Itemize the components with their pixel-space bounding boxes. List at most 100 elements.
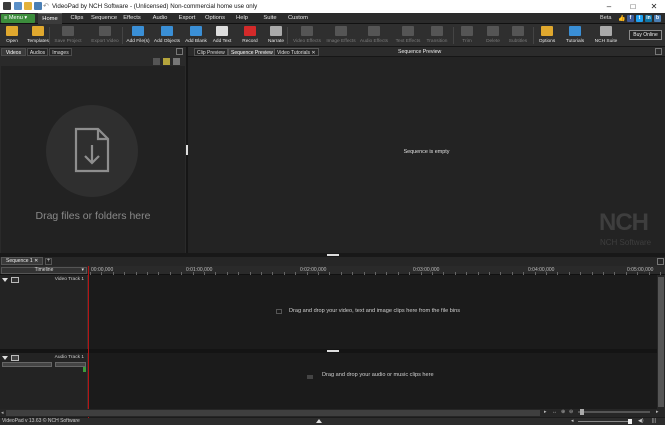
tab-clip-preview[interactable]: Clip Preview: [194, 48, 228, 56]
add-file-s-button[interactable]: Add File(s): [125, 24, 151, 47]
tab-clips[interactable]: Clips: [66, 13, 88, 24]
ribbon-button-label: Options: [538, 39, 556, 44]
undo-icon[interactable]: ↶: [43, 2, 49, 10]
tab-options[interactable]: Options: [203, 13, 227, 24]
audio-track-lane[interactable]: Drag and drop your audio or music clips …: [89, 353, 657, 409]
ribbon-button-label: Add Text: [212, 39, 232, 44]
delete-button[interactable]: Delete: [482, 24, 504, 47]
linkedin-icon[interactable]: in: [645, 15, 652, 22]
list-view-icon[interactable]: [153, 58, 160, 65]
record-button[interactable]: Record: [238, 24, 262, 47]
volume-slider[interactable]: [2, 362, 52, 367]
main-menu-button[interactable]: ≡ Menu ▾: [1, 14, 35, 23]
zoom-in-icon[interactable]: ⊕: [561, 409, 565, 415]
collapse-track-icon[interactable]: [2, 278, 8, 282]
scroll-left-icon[interactable]: ◂: [1, 410, 4, 416]
volume-down-icon[interactable]: ◂: [571, 418, 574, 424]
new-project-icon[interactable]: [14, 2, 22, 10]
tab-videos[interactable]: Videos: [1, 48, 26, 56]
audio-effects-button[interactable]: Audio Effects: [358, 24, 390, 47]
transition-button[interactable]: Transition: [424, 24, 450, 47]
thumbs-up-icon[interactable]: 👍: [618, 15, 625, 22]
tab-video-tutorials[interactable]: Video Tutorials ✕: [274, 48, 319, 56]
media-drop-area[interactable]: Drag files or folders here: [1, 66, 185, 253]
tab-custom[interactable]: Custom: [286, 13, 310, 24]
undock-icon[interactable]: [655, 48, 662, 55]
speaker-icon[interactable]: ◀): [638, 418, 644, 424]
image-effects-button[interactable]: Image Effects: [325, 24, 357, 47]
splitter-handle[interactable]: [327, 254, 339, 256]
buy-online-button[interactable]: Buy Online: [629, 30, 662, 40]
preview-canvas[interactable]: [189, 57, 664, 253]
expand-up-icon[interactable]: [316, 419, 322, 423]
tab-audio[interactable]: Audio: [149, 13, 171, 24]
zoom-slider-knob[interactable]: [580, 409, 584, 415]
undock-icon[interactable]: [657, 258, 664, 265]
open-folder-icon[interactable]: [24, 2, 32, 10]
minimize-button[interactable]: –: [598, 0, 620, 13]
speaker-icon[interactable]: [11, 355, 19, 361]
save-icon[interactable]: [34, 2, 42, 10]
text-effects-button[interactable]: Text Effects: [392, 24, 424, 47]
collapse-track-icon[interactable]: [2, 356, 8, 360]
scrollbar-thumb[interactable]: [658, 277, 664, 407]
subtitles-button[interactable]: Subtitles: [506, 24, 530, 47]
maximize-button[interactable]: □: [622, 0, 644, 13]
add-blank-button[interactable]: Add Blank: [184, 24, 208, 47]
pan-slider[interactable]: [55, 362, 86, 367]
blog-icon[interactable]: b: [654, 15, 661, 22]
options-button[interactable]: Options: [536, 24, 558, 47]
tab-suite[interactable]: Suite: [260, 13, 280, 24]
video-effects-button[interactable]: Video Effects: [291, 24, 323, 47]
splitter-handle[interactable]: [327, 350, 339, 352]
tab-sequence-1[interactable]: Sequence 1 ✕: [1, 257, 43, 265]
tab-audios[interactable]: Audios: [27, 48, 48, 56]
twitter-icon[interactable]: t: [636, 15, 643, 22]
details-view-icon[interactable]: [173, 58, 180, 65]
master-volume-knob[interactable]: [628, 419, 632, 424]
video-track-lane[interactable]: Drag and drop your video, text and image…: [89, 275, 657, 349]
video-track-icon[interactable]: [11, 277, 19, 283]
timeline-dropdown[interactable]: Timeline ▾: [1, 267, 87, 274]
tab-sequence[interactable]: Sequence: [91, 13, 117, 24]
close-tab-icon[interactable]: ✕: [311, 50, 315, 56]
title-bar: ↶ VideoPad by NCH Software - (Unlicensed…: [0, 0, 665, 13]
narrate-button[interactable]: Narrate: [264, 24, 288, 47]
open-button[interactable]: Open: [1, 24, 23, 47]
save-project-button[interactable]: Save Project: [52, 24, 84, 47]
nch-suite-button[interactable]: NCH Suite: [592, 24, 620, 47]
tab-effects[interactable]: Effects: [120, 13, 144, 24]
facebook-icon[interactable]: f: [627, 15, 634, 22]
close-tab-icon[interactable]: ✕: [34, 258, 38, 264]
menu-bar: ≡ Menu ▾ Home Clips Sequence Effects Aud…: [0, 13, 665, 24]
tutorials-button[interactable]: Tutorials: [562, 24, 588, 47]
timeline-vertical-scrollbar[interactable]: [657, 275, 665, 409]
scroll-right-icon[interactable]: ▸: [656, 409, 659, 415]
thumbnail-view-icon[interactable]: [163, 58, 170, 65]
add-objects-button[interactable]: Add Objects: [152, 24, 182, 47]
close-button[interactable]: ✕: [643, 0, 665, 13]
timeline-horizontal-scrollbar[interactable]: ◂ ▸ ↔ ⊕ ⊖ ▸: [0, 409, 665, 417]
export-video-button[interactable]: Export Video: [88, 24, 122, 47]
export-video-icon: [99, 26, 111, 36]
ribbon-separator: [533, 27, 534, 44]
timeline-ruler[interactable]: Timeline ▾ 00:00,000 0:01:00,000 0:02:00,…: [0, 266, 665, 275]
zoom-slider[interactable]: [578, 411, 650, 413]
scroll-right-icon[interactable]: ▸: [544, 409, 547, 415]
undock-icon[interactable]: [176, 48, 183, 55]
add-text-button[interactable]: Add Text: [210, 24, 234, 47]
tab-home[interactable]: Home: [38, 13, 62, 24]
scrollbar-thumb[interactable]: [6, 410, 540, 416]
templates-button[interactable]: Templates: [24, 24, 52, 47]
add-sequence-button[interactable]: +: [45, 258, 52, 265]
fit-timeline-icon[interactable]: ↔: [552, 409, 557, 415]
zoom-out-icon[interactable]: ⊖: [569, 409, 573, 415]
tab-help[interactable]: Help: [232, 13, 252, 24]
tab-images[interactable]: Images: [49, 48, 72, 56]
trim-button[interactable]: Trim: [457, 24, 477, 47]
video-effects-icon: [301, 26, 313, 36]
tab-export[interactable]: Export: [175, 13, 199, 24]
tab-sequence-preview[interactable]: Sequence Preview: [228, 48, 276, 56]
master-volume-slider[interactable]: [578, 421, 632, 422]
playhead[interactable]: [88, 266, 89, 418]
